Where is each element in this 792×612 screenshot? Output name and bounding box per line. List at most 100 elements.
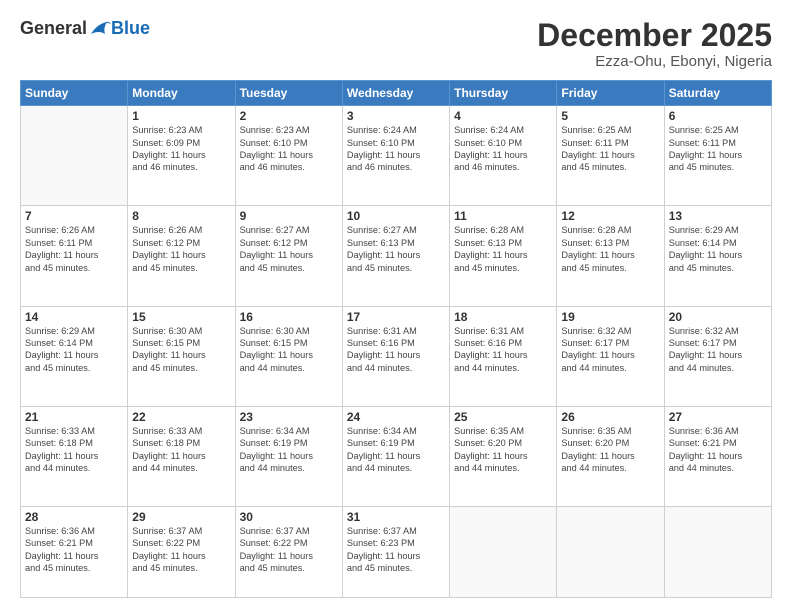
table-row xyxy=(21,106,128,206)
day-info: Sunrise: 6:23 AMSunset: 6:10 PMDaylight:… xyxy=(240,124,338,174)
col-wednesday: Wednesday xyxy=(342,81,449,106)
table-row: 14Sunrise: 6:29 AMSunset: 6:14 PMDayligh… xyxy=(21,306,128,406)
table-row xyxy=(664,506,771,597)
day-info: Sunrise: 6:30 AMSunset: 6:15 PMDaylight:… xyxy=(240,325,338,375)
table-row: 7Sunrise: 6:26 AMSunset: 6:11 PMDaylight… xyxy=(21,206,128,306)
location: Ezza-Ohu, Ebonyi, Nigeria xyxy=(537,53,772,70)
table-row: 24Sunrise: 6:34 AMSunset: 6:19 PMDayligh… xyxy=(342,406,449,506)
day-info: Sunrise: 6:26 AMSunset: 6:11 PMDaylight:… xyxy=(25,224,123,274)
day-info: Sunrise: 6:34 AMSunset: 6:19 PMDaylight:… xyxy=(347,425,445,475)
col-saturday: Saturday xyxy=(664,81,771,106)
day-info: Sunrise: 6:31 AMSunset: 6:16 PMDaylight:… xyxy=(347,325,445,375)
day-number: 30 xyxy=(240,510,338,524)
calendar-table: Sunday Monday Tuesday Wednesday Thursday… xyxy=(20,80,772,598)
table-row: 31Sunrise: 6:37 AMSunset: 6:23 PMDayligh… xyxy=(342,506,449,597)
day-number: 24 xyxy=(347,410,445,424)
day-number: 29 xyxy=(132,510,230,524)
day-number: 18 xyxy=(454,310,552,324)
day-info: Sunrise: 6:28 AMSunset: 6:13 PMDaylight:… xyxy=(454,224,552,274)
day-info: Sunrise: 6:36 AMSunset: 6:21 PMDaylight:… xyxy=(669,425,767,475)
logo: General Blue xyxy=(20,18,150,39)
day-number: 5 xyxy=(561,109,659,123)
day-number: 13 xyxy=(669,209,767,223)
header: General Blue December 2025 Ezza-Ohu, Ebo… xyxy=(20,18,772,70)
table-row: 18Sunrise: 6:31 AMSunset: 6:16 PMDayligh… xyxy=(450,306,557,406)
day-number: 15 xyxy=(132,310,230,324)
table-row: 2Sunrise: 6:23 AMSunset: 6:10 PMDaylight… xyxy=(235,106,342,206)
day-number: 10 xyxy=(347,209,445,223)
day-number: 2 xyxy=(240,109,338,123)
day-number: 20 xyxy=(669,310,767,324)
table-row: 13Sunrise: 6:29 AMSunset: 6:14 PMDayligh… xyxy=(664,206,771,306)
day-info: Sunrise: 6:32 AMSunset: 6:17 PMDaylight:… xyxy=(669,325,767,375)
table-row: 20Sunrise: 6:32 AMSunset: 6:17 PMDayligh… xyxy=(664,306,771,406)
table-row: 1Sunrise: 6:23 AMSunset: 6:09 PMDaylight… xyxy=(128,106,235,206)
day-info: Sunrise: 6:29 AMSunset: 6:14 PMDaylight:… xyxy=(25,325,123,375)
day-info: Sunrise: 6:27 AMSunset: 6:13 PMDaylight:… xyxy=(347,224,445,274)
day-number: 4 xyxy=(454,109,552,123)
day-info: Sunrise: 6:25 AMSunset: 6:11 PMDaylight:… xyxy=(669,124,767,174)
logo-blue-text: Blue xyxy=(111,18,150,39)
day-info: Sunrise: 6:24 AMSunset: 6:10 PMDaylight:… xyxy=(454,124,552,174)
table-row: 12Sunrise: 6:28 AMSunset: 6:13 PMDayligh… xyxy=(557,206,664,306)
calendar-header-row: Sunday Monday Tuesday Wednesday Thursday… xyxy=(21,81,772,106)
day-number: 25 xyxy=(454,410,552,424)
table-row: 11Sunrise: 6:28 AMSunset: 6:13 PMDayligh… xyxy=(450,206,557,306)
day-number: 22 xyxy=(132,410,230,424)
day-info: Sunrise: 6:25 AMSunset: 6:11 PMDaylight:… xyxy=(561,124,659,174)
table-row: 4Sunrise: 6:24 AMSunset: 6:10 PMDaylight… xyxy=(450,106,557,206)
table-row: 28Sunrise: 6:36 AMSunset: 6:21 PMDayligh… xyxy=(21,506,128,597)
day-number: 19 xyxy=(561,310,659,324)
day-number: 16 xyxy=(240,310,338,324)
month-title: December 2025 xyxy=(537,18,772,53)
day-info: Sunrise: 6:37 AMSunset: 6:23 PMDaylight:… xyxy=(347,525,445,575)
day-number: 1 xyxy=(132,109,230,123)
day-number: 11 xyxy=(454,209,552,223)
day-info: Sunrise: 6:24 AMSunset: 6:10 PMDaylight:… xyxy=(347,124,445,174)
col-sunday: Sunday xyxy=(21,81,128,106)
day-number: 26 xyxy=(561,410,659,424)
day-info: Sunrise: 6:37 AMSunset: 6:22 PMDaylight:… xyxy=(132,525,230,575)
day-number: 14 xyxy=(25,310,123,324)
day-info: Sunrise: 6:26 AMSunset: 6:12 PMDaylight:… xyxy=(132,224,230,274)
table-row: 25Sunrise: 6:35 AMSunset: 6:20 PMDayligh… xyxy=(450,406,557,506)
day-info: Sunrise: 6:34 AMSunset: 6:19 PMDaylight:… xyxy=(240,425,338,475)
day-number: 9 xyxy=(240,209,338,223)
day-number: 8 xyxy=(132,209,230,223)
day-number: 17 xyxy=(347,310,445,324)
table-row: 22Sunrise: 6:33 AMSunset: 6:18 PMDayligh… xyxy=(128,406,235,506)
day-number: 6 xyxy=(669,109,767,123)
day-number: 28 xyxy=(25,510,123,524)
day-info: Sunrise: 6:33 AMSunset: 6:18 PMDaylight:… xyxy=(25,425,123,475)
day-info: Sunrise: 6:27 AMSunset: 6:12 PMDaylight:… xyxy=(240,224,338,274)
day-number: 31 xyxy=(347,510,445,524)
day-number: 7 xyxy=(25,209,123,223)
day-number: 3 xyxy=(347,109,445,123)
table-row: 30Sunrise: 6:37 AMSunset: 6:22 PMDayligh… xyxy=(235,506,342,597)
day-info: Sunrise: 6:30 AMSunset: 6:15 PMDaylight:… xyxy=(132,325,230,375)
table-row: 27Sunrise: 6:36 AMSunset: 6:21 PMDayligh… xyxy=(664,406,771,506)
table-row: 21Sunrise: 6:33 AMSunset: 6:18 PMDayligh… xyxy=(21,406,128,506)
table-row: 9Sunrise: 6:27 AMSunset: 6:12 PMDaylight… xyxy=(235,206,342,306)
day-number: 23 xyxy=(240,410,338,424)
col-thursday: Thursday xyxy=(450,81,557,106)
title-block: December 2025 Ezza-Ohu, Ebonyi, Nigeria xyxy=(537,18,772,70)
day-info: Sunrise: 6:23 AMSunset: 6:09 PMDaylight:… xyxy=(132,124,230,174)
col-friday: Friday xyxy=(557,81,664,106)
table-row: 6Sunrise: 6:25 AMSunset: 6:11 PMDaylight… xyxy=(664,106,771,206)
day-number: 21 xyxy=(25,410,123,424)
table-row: 8Sunrise: 6:26 AMSunset: 6:12 PMDaylight… xyxy=(128,206,235,306)
table-row: 5Sunrise: 6:25 AMSunset: 6:11 PMDaylight… xyxy=(557,106,664,206)
logo-bird-icon xyxy=(89,20,111,38)
day-number: 27 xyxy=(669,410,767,424)
table-row: 16Sunrise: 6:30 AMSunset: 6:15 PMDayligh… xyxy=(235,306,342,406)
table-row xyxy=(557,506,664,597)
page: General Blue December 2025 Ezza-Ohu, Ebo… xyxy=(0,0,792,612)
table-row: 10Sunrise: 6:27 AMSunset: 6:13 PMDayligh… xyxy=(342,206,449,306)
day-info: Sunrise: 6:36 AMSunset: 6:21 PMDaylight:… xyxy=(25,525,123,575)
table-row: 3Sunrise: 6:24 AMSunset: 6:10 PMDaylight… xyxy=(342,106,449,206)
table-row: 15Sunrise: 6:30 AMSunset: 6:15 PMDayligh… xyxy=(128,306,235,406)
day-info: Sunrise: 6:28 AMSunset: 6:13 PMDaylight:… xyxy=(561,224,659,274)
day-info: Sunrise: 6:31 AMSunset: 6:16 PMDaylight:… xyxy=(454,325,552,375)
day-info: Sunrise: 6:32 AMSunset: 6:17 PMDaylight:… xyxy=(561,325,659,375)
